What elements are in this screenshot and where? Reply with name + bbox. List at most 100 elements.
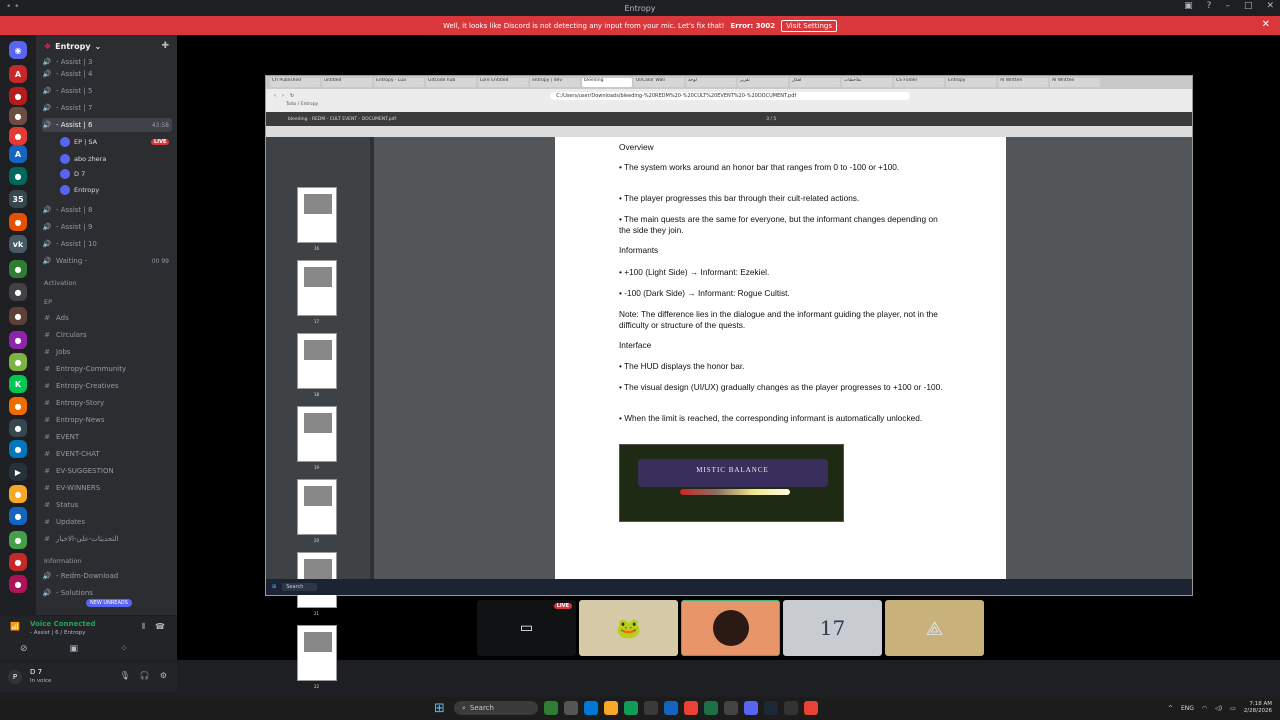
text-channel[interactable]: # Circulars [42,328,172,342]
voice-user[interactable]: Entropy [60,183,99,197]
maximize-button[interactable]: □ [1244,1,1253,11]
voice-channel[interactable]: 🔊 - Assist | 5 [42,84,172,98]
browser-tab[interactable]: Ch Published [270,78,320,87]
text-channel[interactable]: # Entropy-Community [42,362,172,376]
page-thumbnail[interactable]: 17 [297,260,337,324]
page-thumbnail[interactable]: 18 [297,333,337,397]
voice-user[interactable]: abo zhera [60,152,106,166]
edge-icon[interactable] [624,701,638,715]
taskbar-search[interactable]: ⌕ Search [454,701,538,715]
voice-channel[interactable]: 🔊 - Assist | 9 [42,220,172,234]
forward-icon[interactable]: › [282,93,284,99]
camera-off-icon[interactable]: ⊘ [20,644,28,654]
url-field[interactable]: C:/Users/user/Downloads/bleeding-%20REDM… [550,91,911,100]
text-channel[interactable]: # Jobs [42,345,172,359]
browser-tab[interactable]: UI/Color Wall [634,78,684,87]
noise-suppression-icon[interactable]: ⫴ [142,622,145,632]
browser-tab[interactable]: Entropy - Lua [374,78,424,87]
browser-tab[interactable]: أفكار [790,78,840,87]
tray-chevron-icon[interactable]: ^ [1168,705,1173,712]
inner-search[interactable]: Search [282,583,318,591]
clock[interactable]: 7:18 AM 2/28/2026 [1244,701,1272,715]
add-member-icon[interactable]: ✚ [161,41,169,51]
browser-tab[interactable]: Lore Entitled [478,78,528,87]
task-view-icon[interactable] [564,701,578,715]
server-icon[interactable]: ● [9,307,27,325]
server-icon[interactable]: ▶ [9,463,27,481]
browser-tab[interactable]: ملاحظات [842,78,892,87]
inbox-icon[interactable]: ▣ [1184,1,1193,11]
voice-channel[interactable]: 🔊 - Assist | 7 [42,101,172,115]
page-thumbnail[interactable]: 16 [297,187,337,251]
back-icon[interactable]: ‹ [274,93,276,99]
text-channel[interactable]: # التحديثات-على-الاخبار [42,532,172,546]
participant-tile[interactable]: 🐸 [579,600,678,656]
discord-home-icon[interactable]: ◉ [9,41,27,59]
server-icon[interactable]: ● [9,507,27,525]
browser-tab[interactable]: untitled [322,78,372,87]
disconnect-icon[interactable]: ☎ [155,622,165,632]
voice-channel[interactable]: 🔊 Waiting - 00 99 [42,254,172,268]
browser-tab[interactable]: لوحة [686,78,736,87]
copilot-icon[interactable] [584,701,598,715]
close-icon[interactable]: ✕ [1262,19,1270,30]
minimize-button[interactable]: – [1225,1,1230,11]
mail-icon[interactable] [664,701,678,715]
menu-dots-icon[interactable]: • • [6,2,19,12]
voice-channel[interactable]: 🔊 - Assist | 10 [42,237,172,251]
server-icon[interactable]: ● [9,331,27,349]
excel-icon[interactable] [704,701,718,715]
server-icon[interactable]: ● [9,553,27,571]
text-channel[interactable]: # Entropy-Story [42,396,172,410]
page-thumbnail[interactable]: 20 [297,479,337,543]
browser-tab[interactable]: تقرير [738,78,788,87]
server-icon[interactable]: ● [9,531,27,549]
headphones-icon[interactable]: 🎧 [140,671,150,680]
voice-channel[interactable]: 🔊 - Assist | 8 [42,203,172,217]
server-icon[interactable]: ● [9,575,27,593]
server-icon[interactable]: K [9,375,27,393]
category-activation[interactable]: Activation [44,279,77,287]
app-icon[interactable] [724,701,738,715]
voice-channel[interactable]: 🔊 - Solutions [42,586,172,600]
text-channel[interactable]: # Status [42,498,172,512]
participant-tile-stream[interactable]: ▭ LIVE [477,600,576,656]
server-icon[interactable]: ● [9,87,27,105]
server-icon[interactable]: ● [9,213,27,231]
chrome-icon[interactable] [804,701,818,715]
shared-screen-browser[interactable]: Ch Published untitled Entropy - Lua Gitcode… [265,75,1193,689]
mic-icon[interactable]: 🎙 [120,671,130,680]
text-channel[interactable]: # Entropy-News [42,413,172,427]
discord-icon[interactable] [744,701,758,715]
page-thumbnail[interactable]: 19 [297,406,337,470]
voice-user[interactable]: EP | SA LIVE [60,135,170,149]
server-icon[interactable]: ● [9,419,27,437]
text-channel[interactable]: # EVENT-CHAT [42,447,172,461]
store-icon[interactable] [644,701,658,715]
voice-user[interactable]: D 7 [60,167,85,181]
page-thumbnail[interactable]: 22 [297,625,337,689]
close-button[interactable]: ✕ [1266,1,1274,11]
browser-tab[interactable]: bleeding [582,78,632,87]
text-channel[interactable]: # Updates [42,515,172,529]
server-icon[interactable]: ● [9,107,27,125]
participant-tile[interactable]: ⟁ [885,600,984,656]
app-icon[interactable] [544,701,558,715]
voice-channel-name[interactable]: - Assist | 6 / Entropy [30,630,85,636]
server-icon[interactable]: ● [9,127,27,145]
browser-tab[interactable]: entropy | dev [530,78,580,87]
new-unreads-pill[interactable]: NEW UNREADS [86,599,132,607]
category-information[interactable]: Information [44,557,82,565]
steam-icon[interactable] [764,701,778,715]
avatar[interactable]: P [8,670,22,684]
wifi-icon[interactable]: ◠ [1202,705,1207,712]
volume-icon[interactable]: ◁) [1215,705,1222,712]
text-channel[interactable]: # EV-WINNERS [42,481,172,495]
server-icon[interactable]: A [9,65,27,83]
browser-tab[interactable]: CS Folder [894,78,944,87]
browser-tab[interactable]: AI Written [998,78,1048,87]
lang-indicator[interactable]: ENG [1181,705,1194,712]
screen-share-icon[interactable]: ▣ [70,644,79,654]
help-icon[interactable]: ? [1207,1,1212,11]
start-icon[interactable]: ⊞ [434,701,448,716]
